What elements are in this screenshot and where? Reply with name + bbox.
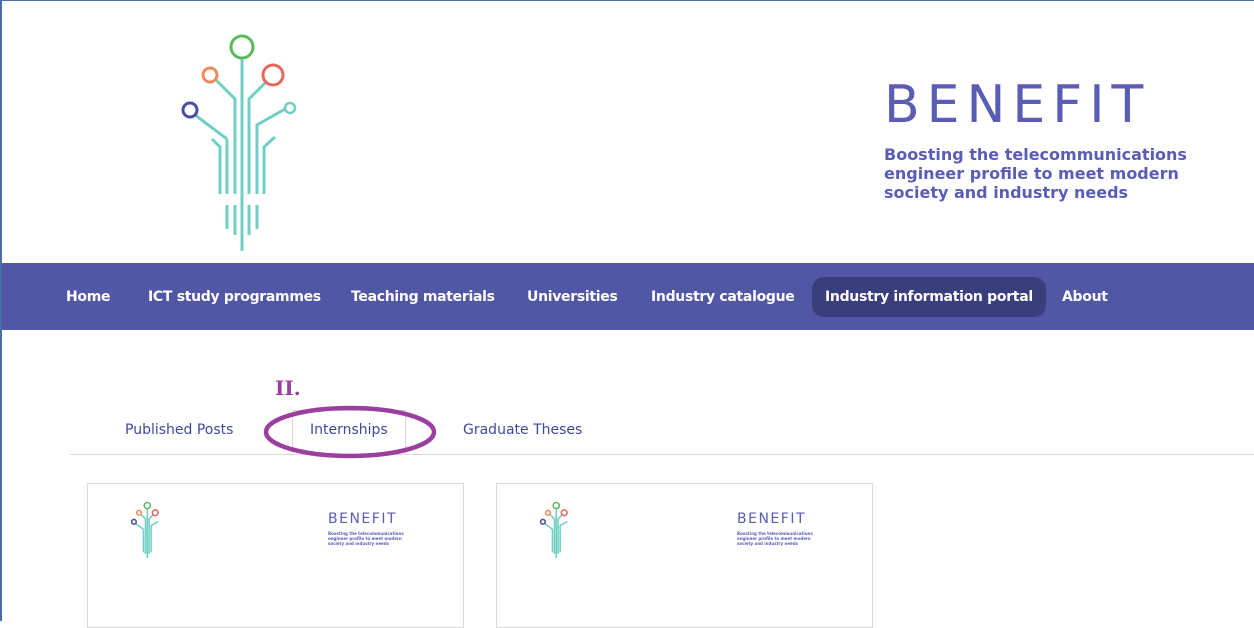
- brand-tagline: Boosting the telecommunications engineer…: [884, 145, 1187, 202]
- card-brand-title: BENEFIT: [737, 511, 807, 527]
- nav-industry-catalogue[interactable]: Industry catalogue: [639, 277, 806, 317]
- nav-industry-information-portal[interactable]: Industry information portal: [812, 277, 1046, 317]
- card-brand-tagline: Boosting the telecommunications engineer…: [737, 531, 813, 546]
- circuit-tree-logo-icon: [539, 501, 568, 559]
- nav-about[interactable]: About: [1050, 277, 1120, 317]
- nav-ict-study-programmes[interactable]: ICT study programmes: [136, 277, 333, 317]
- card-brand-title: BENEFIT: [328, 511, 398, 527]
- brand-block: BENEFIT Boosting the telecommunications …: [884, 79, 1214, 202]
- nav-home[interactable]: Home: [54, 277, 122, 317]
- post-card[interactable]: BENEFIT Boosting the telecommunications …: [496, 483, 873, 628]
- tab-graduate-theses[interactable]: Graduate Theses: [463, 422, 582, 438]
- tabs-divider: [70, 454, 1254, 455]
- post-card[interactable]: BENEFIT Boosting the telecommunications …: [87, 483, 464, 628]
- card-brand: BENEFIT Boosting the telecommunications …: [328, 511, 418, 546]
- nav-teaching-materials[interactable]: Teaching materials: [339, 277, 507, 317]
- site-header: BENEFIT Boosting the telecommunications …: [2, 1, 1254, 263]
- tab-published-posts[interactable]: Published Posts: [125, 422, 233, 438]
- brand-title: BENEFIT: [884, 75, 1151, 135]
- card-brand: BENEFIT Boosting the telecommunications …: [737, 511, 827, 546]
- circuit-tree-logo-icon: [130, 501, 159, 559]
- main-navbar: Home ICT study programmes Teaching mater…: [2, 263, 1254, 330]
- nav-universities[interactable]: Universities: [515, 277, 630, 317]
- annotation-marker: II.: [275, 376, 301, 400]
- circuit-tree-logo-icon[interactable]: [167, 29, 307, 255]
- card-brand-tagline: Boosting the telecommunications engineer…: [328, 531, 404, 546]
- annotation-ellipse: [263, 405, 437, 459]
